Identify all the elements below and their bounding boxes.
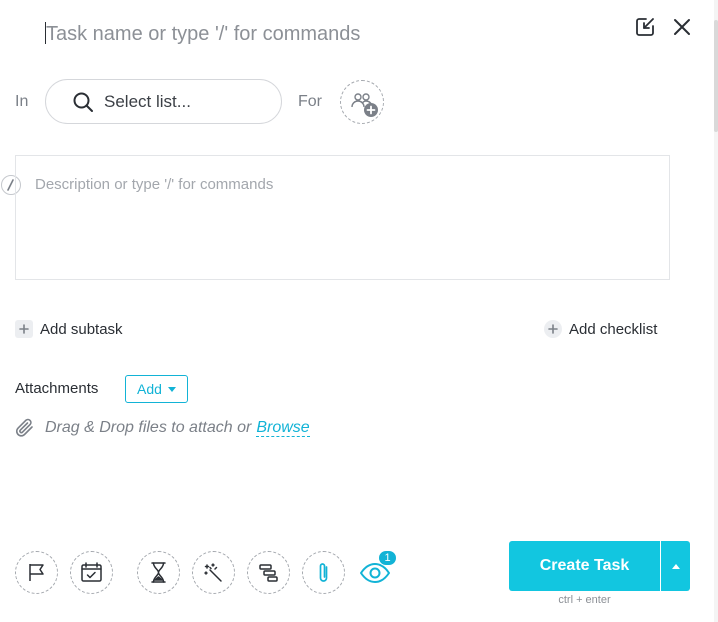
scrollbar-thumb[interactable] [714,20,718,132]
add-assignee-icon[interactable] [340,80,384,124]
chevron-down-icon [167,386,176,392]
attachments-add-button[interactable]: Add [125,375,188,403]
attachment-icon[interactable] [302,551,345,594]
list-select[interactable]: Select list... [45,79,282,124]
scrollbar-track[interactable] [714,0,718,622]
plus-circle-icon [544,320,562,338]
drop-text: Drag & Drop files to attach or [45,419,252,436]
shortcut-hint: ctrl + enter [558,594,611,606]
expand-icon[interactable] [634,16,656,38]
paperclip-icon [14,417,36,439]
add-subtask-label: Add subtask [40,320,123,338]
task-name-input[interactable] [44,18,604,50]
due-date-icon[interactable] [70,551,113,594]
description-box [15,155,670,280]
tags-icon[interactable] [192,551,235,594]
list-select-text: Select list... [104,91,191,111]
add-checklist-button[interactable]: Add checklist [544,318,657,340]
browse-link[interactable]: Browse [256,419,310,437]
create-task-label: Create Task [539,557,630,574]
search-icon [72,91,94,113]
add-checklist-label: Add checklist [569,320,658,338]
watchers-count-badge: 1 [378,550,397,566]
time-estimate-icon[interactable] [137,551,180,594]
create-task-button[interactable]: Create Task [509,541,660,591]
plus-icon [15,320,33,338]
description-input[interactable] [35,176,655,271]
in-label: In [15,93,29,110]
attachments-title: Attachments [15,380,99,397]
attachment-dropzone[interactable]: Drag & Drop files to attach or Browse [14,417,310,439]
for-label: For [298,93,322,110]
attachments-add-label: Add [137,381,162,397]
chevron-up-icon [671,563,680,569]
text-caret [45,22,46,44]
dependencies-icon[interactable] [247,551,290,594]
priority-flag-icon[interactable] [15,551,58,594]
create-task-options-button[interactable] [661,541,690,591]
add-subtask-button[interactable]: Add subtask [15,318,123,340]
close-icon[interactable] [671,16,693,38]
